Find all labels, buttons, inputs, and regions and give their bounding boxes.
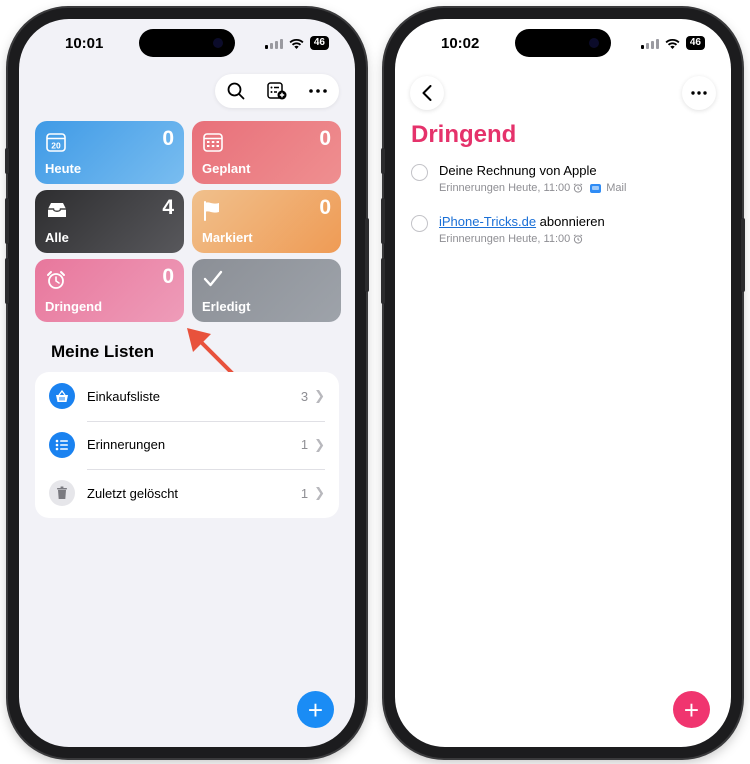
list-name: Erinnerungen — [87, 437, 166, 453]
chevron-left-icon — [422, 85, 432, 101]
reminder-meta: Erinnerungen Heute, 11:00 — [439, 233, 583, 245]
chevron-right-icon: ❯ — [314, 436, 325, 452]
reminder-attachment[interactable]: Mail — [606, 182, 626, 194]
reminder-list-name: Erinnerungen — [439, 182, 506, 194]
volume-down-button — [381, 258, 385, 304]
ellipsis-icon — [309, 89, 328, 93]
reminder-title-text[interactable]: abonnieren — [536, 214, 605, 229]
tile-markiert[interactable]: 0 Markiert — [192, 190, 341, 253]
cellular-signal-icon — [640, 37, 659, 49]
list-count: 1 — [300, 437, 309, 453]
reminder-date: Heute, 11:00 — [508, 233, 571, 245]
wifi-icon — [665, 38, 680, 49]
status-bar: 10:02 46 — [395, 33, 731, 55]
volume-down-button — [5, 258, 9, 304]
my-lists-card: Einkaufsliste 3 ❯ Erinnerungen 1 ❯ Zulet… — [35, 372, 339, 518]
action-button — [381, 148, 385, 174]
search-button[interactable] — [220, 77, 252, 105]
status-time: 10:02 — [441, 35, 480, 52]
chevron-right-icon: ❯ — [314, 485, 325, 501]
tile-erledigt[interactable]: Erledigt — [192, 259, 341, 322]
cellular-signal-icon — [264, 37, 283, 49]
battery-indicator: 46 — [685, 36, 705, 50]
reminder-title: iPhone-Tricks.de abonnieren — [439, 214, 605, 229]
smart-lists-grid: 20 0 Heute 0 Geplant 4 Alle 0 Markiert 0… — [35, 121, 341, 322]
search-icon — [227, 82, 245, 100]
list-item-einkaufsliste[interactable]: Einkaufsliste 3 ❯ — [35, 372, 339, 421]
tile-alle[interactable]: 4 Alle — [35, 190, 184, 253]
tile-label: Markiert — [202, 230, 253, 245]
calendar-icon — [203, 133, 223, 152]
more-button[interactable] — [682, 76, 716, 110]
calendar-day-icon: 20 — [46, 133, 66, 152]
reminder-title[interactable]: Deine Rechnung von Apple — [439, 163, 597, 178]
tile-dringend[interactable]: 0 Dringend — [35, 259, 184, 322]
status-bar: 10:01 46 — [19, 33, 355, 55]
volume-up-button — [5, 198, 9, 244]
alarm-icon — [573, 183, 583, 193]
complete-checkbox[interactable] — [411, 215, 428, 232]
action-button — [5, 148, 9, 174]
list-count: 1 — [300, 485, 309, 501]
tile-count: 0 — [162, 127, 174, 150]
list-count: 3 — [300, 388, 309, 404]
plus-icon: + — [683, 694, 700, 725]
add-reminder-button[interactable]: + — [673, 691, 710, 728]
toolbar — [215, 74, 339, 108]
volume-up-button — [381, 198, 385, 244]
reminder-link[interactable]: iPhone-Tricks.de — [439, 214, 536, 229]
battery-indicator: 46 — [309, 36, 329, 50]
list-item-erinnerungen[interactable]: Erinnerungen 1 ❯ — [35, 420, 339, 470]
flag-icon — [204, 201, 219, 221]
list-add-icon — [267, 82, 287, 100]
phone-left: 10:01 46 20 0 Heute 0 Geplant 4 Alle 0 M… — [5, 8, 369, 758]
templates-button[interactable] — [261, 77, 293, 105]
tile-geplant[interactable]: 0 Geplant — [192, 121, 341, 184]
calendar-day-number: 20 — [51, 141, 61, 151]
tile-count: 0 — [319, 196, 331, 219]
power-button — [741, 218, 745, 292]
tray-icon — [48, 203, 66, 217]
tile-count: 4 — [162, 196, 174, 219]
list-title: Dringend — [411, 121, 517, 148]
reminder-date: Heute, 11:00 — [508, 182, 571, 194]
list-name: Zuletzt gelöscht — [87, 485, 179, 501]
reminder-list-name: Erinnerungen — [439, 233, 506, 245]
tile-label: Heute — [45, 161, 82, 176]
tile-label: Geplant — [202, 161, 251, 176]
alarm-icon — [47, 271, 65, 289]
list-item-zuletzt-geloescht[interactable]: Zuletzt gelöscht 1 ❯ — [35, 469, 339, 518]
basket-icon — [49, 383, 75, 410]
my-lists-heading: Meine Listen — [51, 342, 154, 361]
wifi-icon — [289, 38, 304, 49]
phone-right: 10:02 46 Dringend Deine Rechnung von App… — [381, 8, 745, 758]
status-time: 10:01 — [65, 35, 104, 52]
tile-count: 0 — [319, 127, 331, 150]
plus-icon: + — [307, 694, 324, 725]
dringend-list-screen: 10:02 46 Dringend Deine Rechnung von App… — [395, 19, 731, 747]
tile-label: Dringend — [45, 299, 103, 314]
tile-label: Erledigt — [202, 299, 251, 314]
complete-checkbox[interactable] — [411, 164, 428, 181]
reminder-meta: Erinnerungen Heute, 11:00 Mail — [439, 182, 626, 194]
tile-heute[interactable]: 20 0 Heute — [35, 121, 184, 184]
chevron-right-icon: ❯ — [314, 388, 325, 404]
tile-label: Alle — [45, 230, 69, 245]
add-reminder-button[interactable]: + — [297, 691, 334, 728]
list-icon — [49, 431, 75, 458]
back-button[interactable] — [410, 76, 444, 110]
mail-app-icon — [590, 183, 602, 193]
list-name: Einkaufsliste — [87, 388, 160, 404]
power-button — [365, 218, 369, 292]
tile-count: 0 — [162, 265, 174, 288]
ellipsis-icon — [691, 91, 707, 95]
more-button[interactable] — [302, 77, 334, 105]
checkmark-icon — [203, 270, 223, 287]
alarm-icon — [573, 234, 583, 244]
reminders-overview-screen: 10:01 46 20 0 Heute 0 Geplant 4 Alle 0 M… — [19, 19, 355, 747]
trash-icon — [49, 480, 75, 507]
